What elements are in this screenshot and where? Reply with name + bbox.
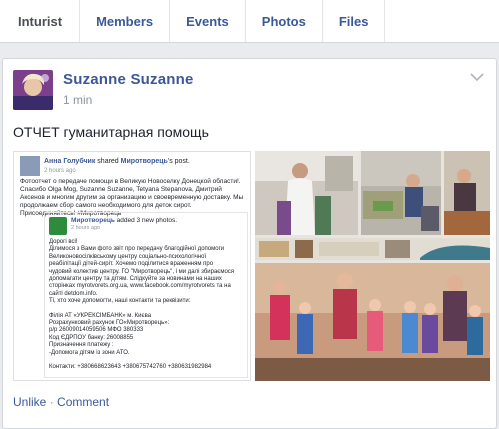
photo-thumb[interactable] <box>361 151 441 235</box>
inner-line: чудовий колектив центру. ГО "Миротворець… <box>49 268 235 275</box>
post-author[interactable]: Suzanne Suzanne <box>63 71 194 88</box>
tab-events[interactable]: Events <box>170 0 246 42</box>
shared-time: 2 hours ago <box>44 168 76 174</box>
inner-time: 2 hours ago <box>71 225 101 231</box>
dove-logo-icon <box>49 217 67 235</box>
post-actions: Unlike · Comment <box>13 395 109 409</box>
tab-files[interactable]: Files <box>323 0 386 42</box>
photo-thumb[interactable] <box>255 151 358 235</box>
shared-target: Миротворець <box>120 158 168 165</box>
inner-line: Ті, хто хоче допомогти, наші контакти та… <box>49 298 191 305</box>
inner-card: Миротворець added 3 new photos. 2 hours … <box>44 212 248 378</box>
shared-suffix: 's post. <box>167 158 190 165</box>
inner-line: сторінках myrotvorets.org.ua, www.facebo… <box>49 283 231 290</box>
shared-action: shared <box>97 158 119 165</box>
inner-title: Миротворець added 3 new photos. <box>71 217 177 224</box>
inner-body: Дорогі всі! Ділимося з Вами фото звіт пр… <box>49 239 245 372</box>
inner-line: реабілітації дітей-сиріт. Хочемо поділит… <box>49 261 214 268</box>
shared-header: Анна Голубчик shared Миротворець's post. <box>44 158 250 165</box>
inner-line: Ділимося з Вами фото звіт про передачу б… <box>49 246 225 253</box>
inner-line: сайті detdom.info. <box>49 290 98 297</box>
inner-line: Філія АТ «УКРЕКСІМБАНК» м. Києва <box>49 312 152 319</box>
shared-post-screenshot[interactable]: Анна Голубчик shared Миротворець's post.… <box>13 151 251 381</box>
photo-strip[interactable] <box>255 238 490 260</box>
group-tabs: Inturist Members Events Photos Files <box>0 0 499 43</box>
inner-line: р/р 26009014059506 МФО 380333 <box>49 327 144 334</box>
unlike-link[interactable]: Unlike <box>13 395 46 409</box>
shared-author: Анна Голубчик <box>44 158 96 165</box>
inner-line: допомагати центру та дітям. Слідкуйте за… <box>49 276 222 283</box>
post-text: ОТЧЕТ гуманитарная помощь <box>13 124 209 140</box>
inner-line: Призначення платежу : <box>49 342 114 349</box>
tab-members[interactable]: Members <box>80 0 171 42</box>
tab-inturist[interactable]: Inturist <box>0 0 81 42</box>
post-time[interactable]: 1 min <box>63 93 92 107</box>
action-separator: · <box>46 395 58 409</box>
comment-link[interactable]: Comment <box>57 395 109 409</box>
avatar[interactable] <box>13 70 53 110</box>
inner-line: Код ЄДРПОУ банку: 26008855 <box>49 334 134 341</box>
tab-photos[interactable]: Photos <box>246 0 323 42</box>
inner-author: Миротворець <box>71 217 115 224</box>
photo-thumb[interactable] <box>444 151 490 235</box>
chevron-down-icon[interactable] <box>470 71 484 82</box>
inner-line: -Допомога дітям із зони АТО. <box>49 349 130 356</box>
photo-collage[interactable] <box>255 151 490 381</box>
avatar <box>20 156 40 176</box>
post-card: Suzanne Suzanne 1 min ОТЧЕТ гуманитарная… <box>2 58 497 429</box>
inner-line: Розрахунковий рахунок ГО«Миротворець»: <box>49 320 170 327</box>
photo-group[interactable] <box>255 263 490 381</box>
inner-line: Контакти: +380668623643 +380675742760 +3… <box>49 364 212 371</box>
inner-action: added 3 new photos. <box>116 217 178 224</box>
